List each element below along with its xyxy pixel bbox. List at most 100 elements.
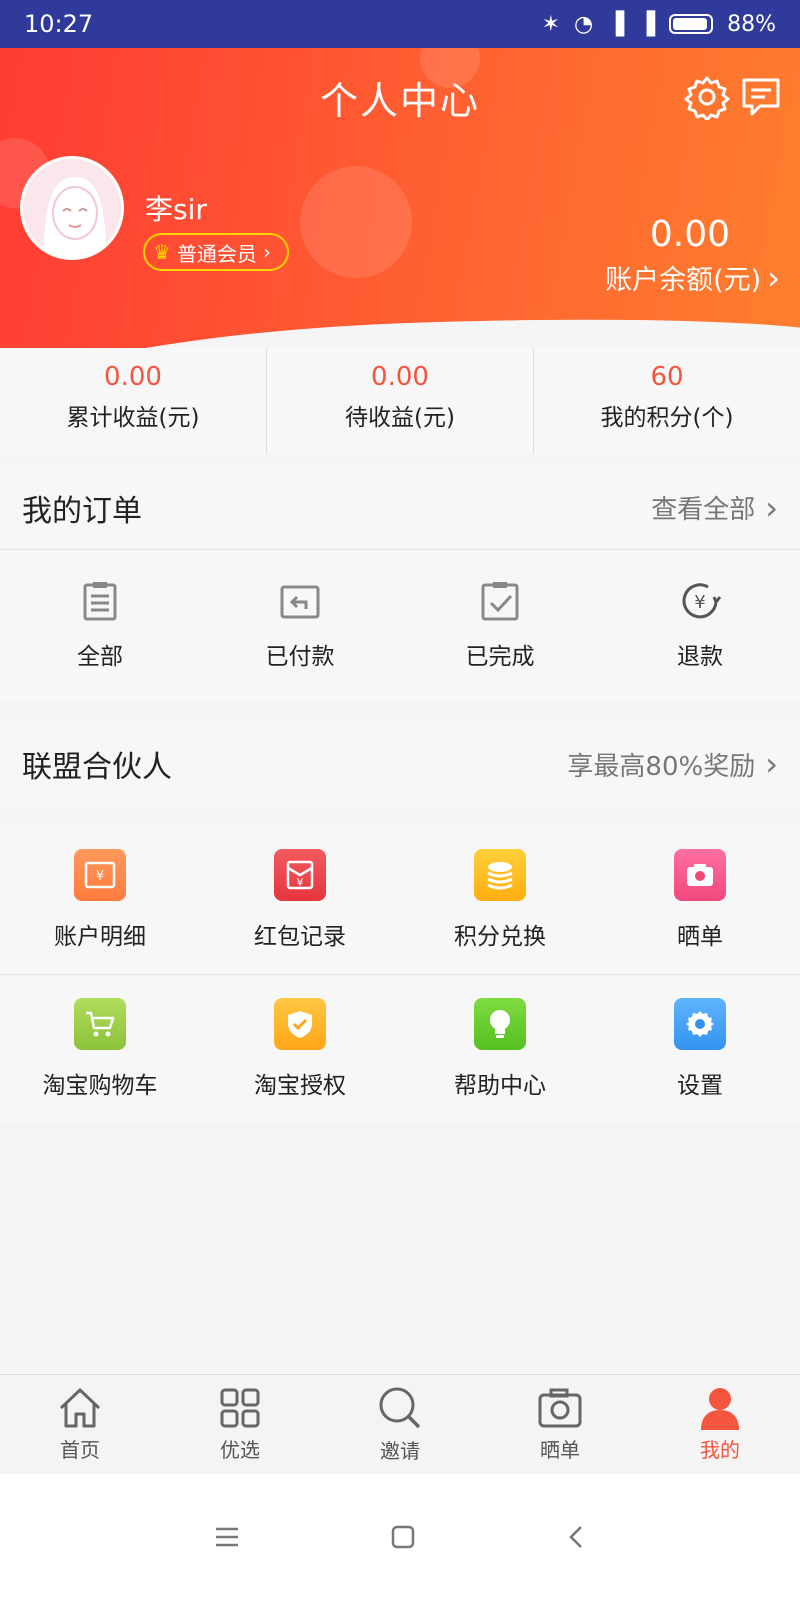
tab-label: 首页 [60,1438,100,1462]
stat-label: 我的积分(个) [600,405,734,431]
order-paid-button[interactable]: 已付款 [200,550,400,700]
view-all-label: 查看全部 [651,495,756,525]
tab-label: 我的 [700,1438,740,1462]
order-label: 全部 [77,644,123,670]
cart-icon [74,998,126,1050]
tab-mine[interactable]: 我的 [640,1375,800,1474]
order-label: 退款 [677,644,723,670]
order-all-button[interactable]: 全部 [0,550,200,700]
service-label: 淘宝购物车 [42,1073,158,1099]
partner-promo-link[interactable]: 享最高80%奖励 › [567,745,778,783]
user-name: 李sir [145,193,207,226]
home-icon [59,1388,101,1428]
settings-gear-icon[interactable] [684,74,730,120]
svg-text:¥: ¥ [96,869,104,884]
orders-title: 我的订单 [22,493,142,529]
svg-text:¥: ¥ [297,876,304,889]
battery-icon [669,14,714,34]
chevron-right-icon: › [765,488,778,527]
stat-label: 累计收益(元) [66,405,200,431]
profile-header: 个人中心 李sir ♛ 普通会员 › 0.00 账户余额(元) › [0,48,800,348]
tab-label: 邀请 [380,1439,420,1463]
account-detail-icon: ¥ [74,849,126,901]
orders-section: 我的订单 查看全部 › 全部 已付款 已完成 ¥ 退款 [0,466,800,700]
stat-value: 0.00 [104,362,162,392]
service-label: 淘宝授权 [254,1073,346,1099]
orders-header[interactable]: 我的订单 查看全部 › [0,466,800,550]
member-level: 普通会员 [176,241,257,266]
partner-header[interactable]: 联盟合伙人 享最高80%奖励 › [0,722,800,806]
stat-value: 60 [650,362,684,392]
tab-label: 晒单 [540,1438,580,1462]
camera-icon [674,849,726,901]
camera-icon [538,1388,582,1428]
service-label: 红包记录 [254,924,346,950]
message-icon[interactable] [738,74,784,120]
stat-value: 0.00 [371,362,429,392]
search-icon [379,1387,421,1429]
tab-invite[interactable]: 邀请 [320,1375,480,1474]
order-label: 已付款 [265,644,335,670]
yen-refund-icon: ¥ [682,583,722,619]
service-label: 晒单 [677,924,723,950]
page-title: 个人中心 [319,79,480,123]
service-settings[interactable]: 设置 [600,975,800,1123]
back-icon[interactable] [566,1524,586,1550]
paid-return-icon [280,585,320,619]
system-nav-bar [0,1474,800,1600]
crown-icon: ♛ [153,240,171,264]
gear-icon [674,998,726,1050]
red-envelope-icon: ¥ [274,849,326,901]
service-label: 帮助中心 [454,1073,546,1099]
service-taobao-auth[interactable]: 淘宝授权 [200,975,400,1123]
service-points-exchange[interactable]: 积分兑换 [400,826,600,974]
order-label: 已完成 [465,644,535,670]
partner-title: 联盟合伙人 [22,750,172,785]
coins-icon [474,849,526,901]
person-icon [701,1388,739,1430]
partner-promo: 享最高80%奖励 [567,751,756,782]
service-label: 账户明细 [54,924,146,950]
stat-label: 待收益(元) [345,405,455,431]
clipboard-check-icon [481,582,519,621]
tab-home[interactable]: 首页 [0,1375,160,1474]
order-refund-button[interactable]: ¥ 退款 [600,550,800,700]
balance-label: 账户余额(元) [605,265,762,296]
service-account-detail[interactable]: ¥ 账户明细 [0,826,200,974]
tab-label: 优选 [220,1438,260,1462]
signal-icon: ▐ [607,11,625,37]
service-taobao-cart[interactable]: 淘宝购物车 [0,975,200,1123]
stat-points[interactable]: 60 我的积分(个) [533,348,800,454]
status-time: 10:27 [24,10,94,38]
clipboard-list-icon [83,582,117,621]
chevron-right-icon: › [767,258,780,297]
wifi-icon: ◔ [574,11,594,37]
home-button-icon[interactable] [390,1524,416,1550]
battery-percent: 88% [727,11,776,37]
member-badge[interactable]: ♛ 普通会员 › [143,233,289,271]
order-completed-button[interactable]: 已完成 [400,550,600,700]
svg-text:¥: ¥ [694,592,705,613]
stat-pending-earnings[interactable]: 0.00 待收益(元) [266,348,533,454]
signal-2-icon: ▐ [638,11,656,37]
stat-total-earnings[interactable]: 0.00 累计收益(元) [0,348,266,454]
chevron-right-icon: › [765,745,778,783]
bluetooth-icon: ✶ [541,11,561,37]
status-bar: 10:27 ✶ ◔ ▐ ▐ 88% [0,0,800,48]
tab-featured[interactable]: 优选 [160,1375,320,1474]
tab-share-order[interactable]: 晒单 [480,1375,640,1474]
partner-section: 联盟合伙人 享最高80%奖励 › [0,722,800,806]
service-label: 积分兑换 [454,924,546,950]
service-red-envelope[interactable]: ¥ 红包记录 [200,826,400,974]
avatar[interactable] [20,156,124,260]
lightbulb-icon [474,998,526,1050]
menu-icon[interactable] [214,1526,240,1548]
balance-value: 0.00 [649,214,730,255]
view-all-link[interactable]: 查看全部 › [651,489,778,527]
service-label: 设置 [677,1073,723,1099]
shield-check-icon [274,998,326,1050]
service-share-order[interactable]: 晒单 [600,826,800,974]
balance-link[interactable]: 账户余额(元) › [605,258,780,297]
service-help-center[interactable]: 帮助中心 [400,975,600,1123]
grid-icon [220,1388,260,1428]
